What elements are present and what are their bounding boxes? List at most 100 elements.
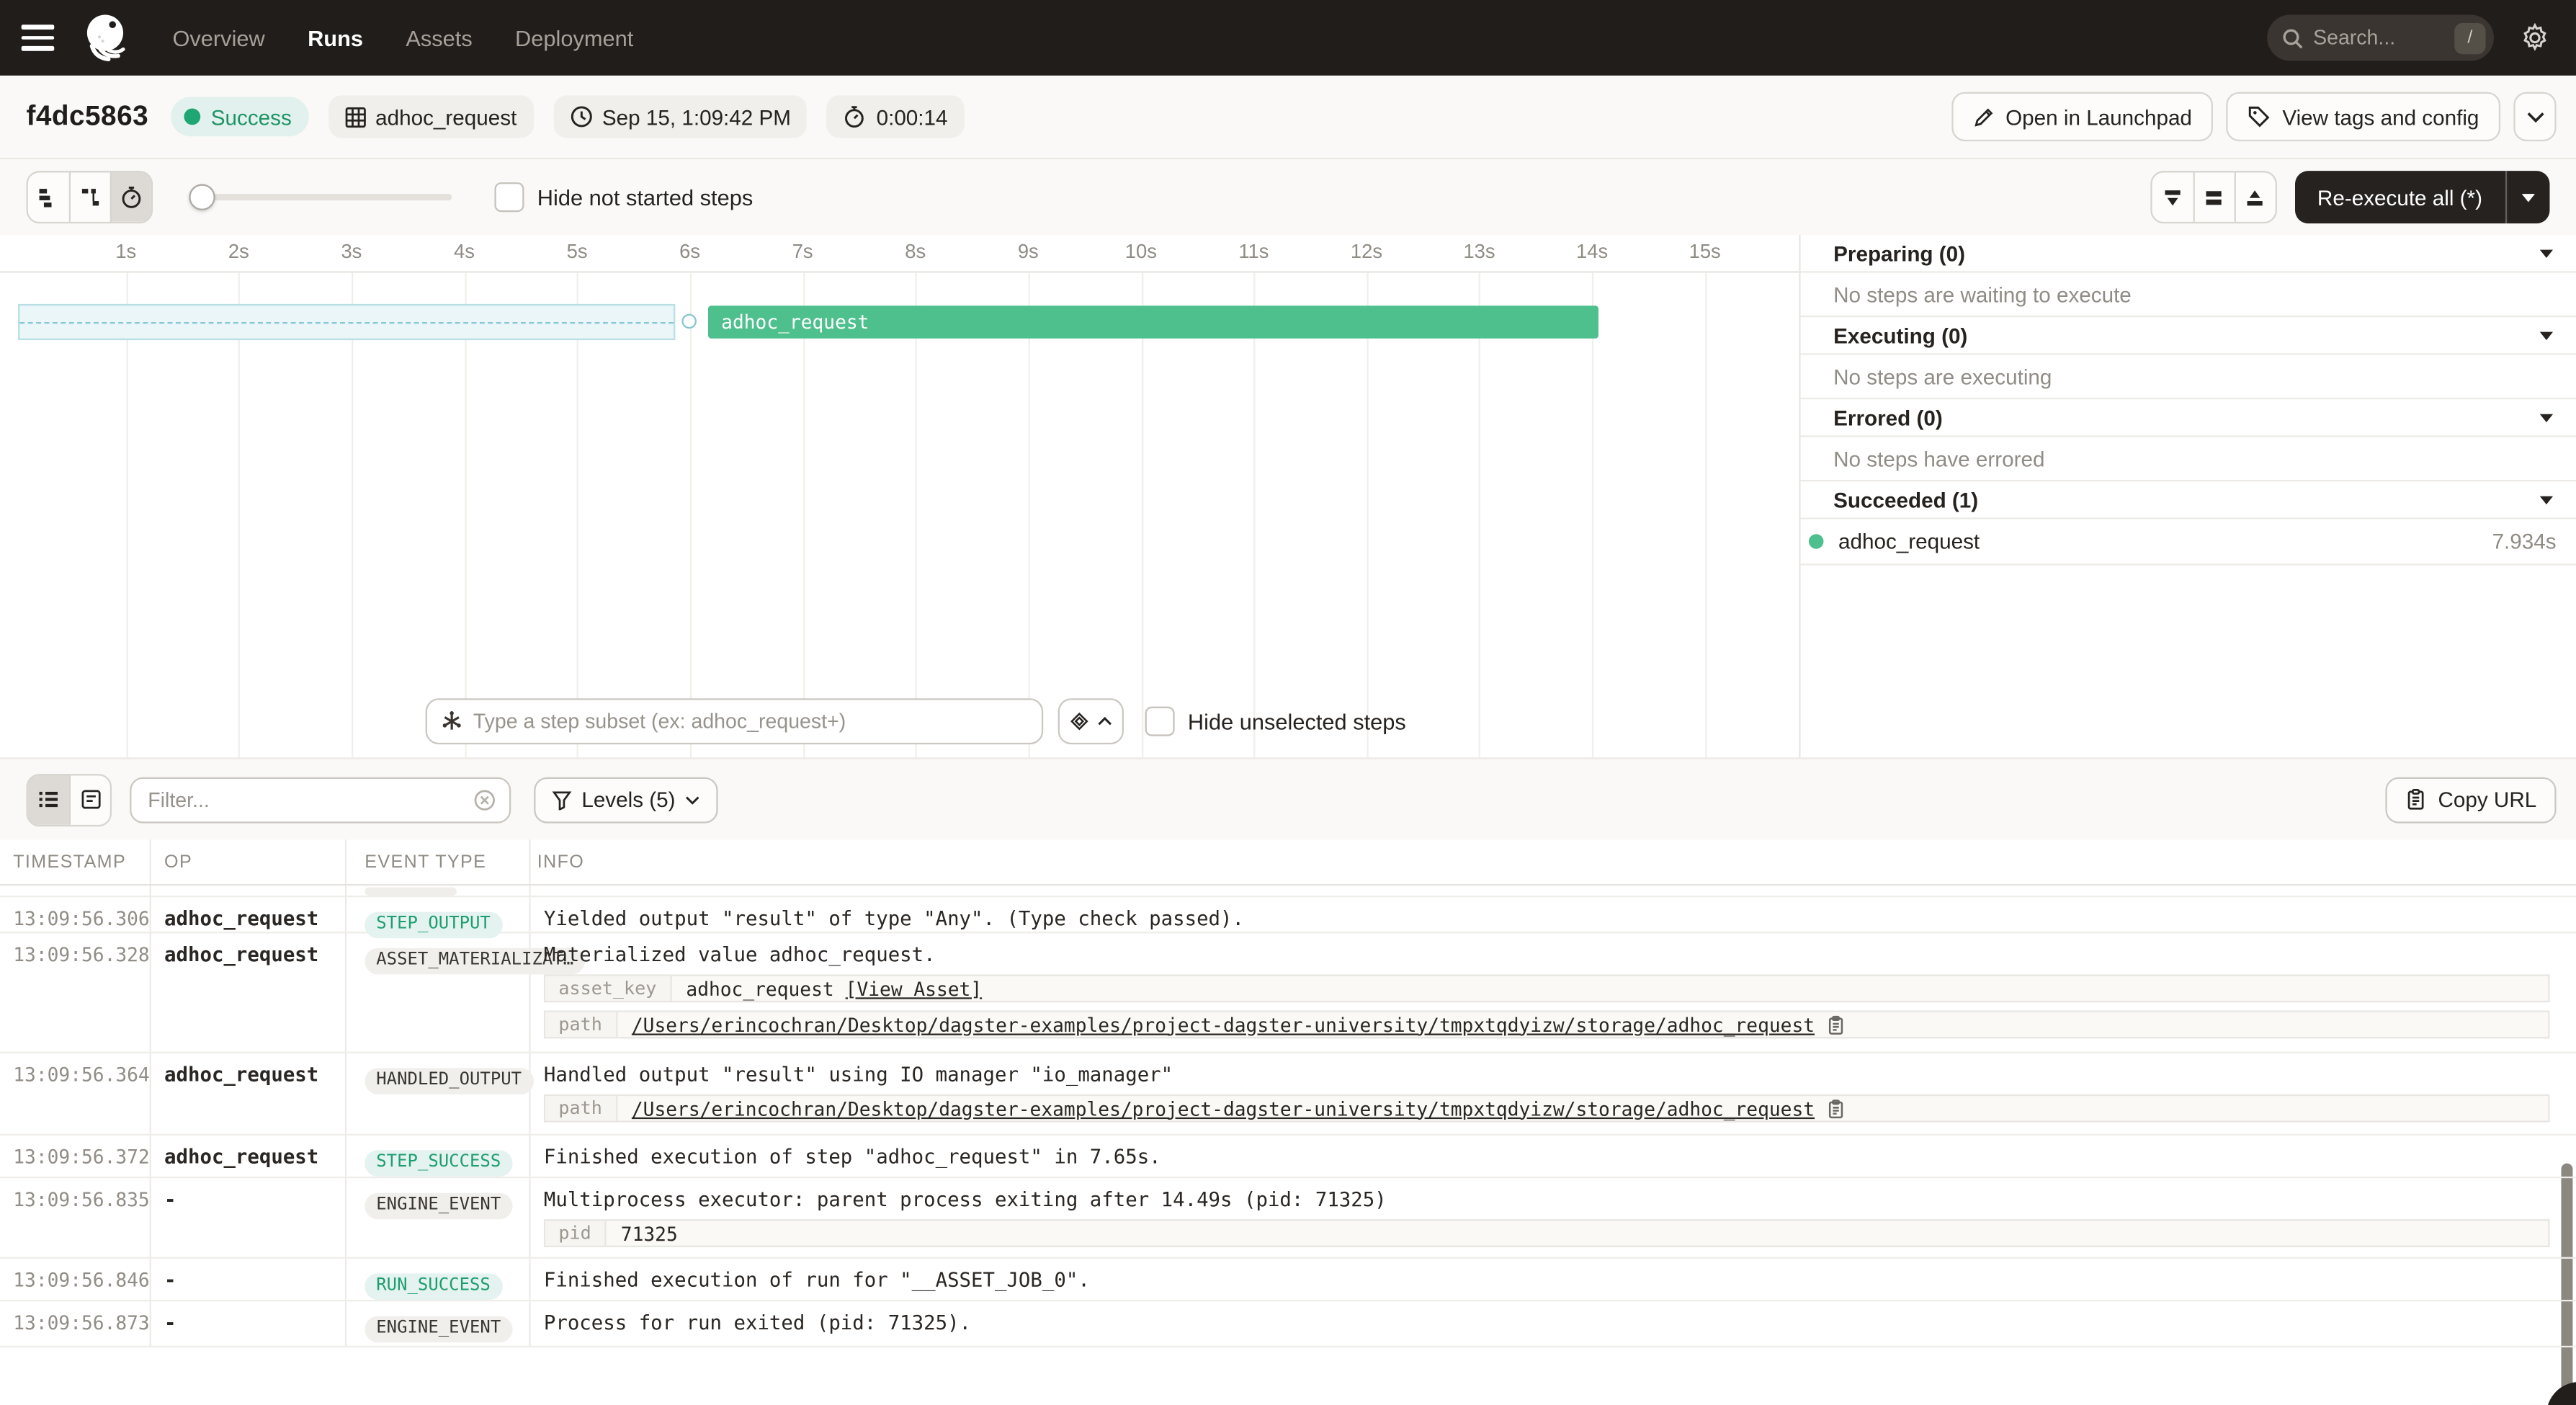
- log-filter-field[interactable]: [130, 777, 511, 823]
- log-info: Handled output "result" using IO manager…: [529, 1053, 2576, 1134]
- nav-runs[interactable]: Runs: [308, 25, 363, 50]
- step-gantt-bar[interactable]: adhoc_request: [708, 305, 1598, 339]
- step-subset-field[interactable]: [426, 698, 1044, 744]
- log-row[interactable]: 13:09:56.306 adhoc_request STEP_OUTPUT Y…: [0, 897, 2576, 933]
- axis-tick: 11s: [1238, 240, 1269, 263]
- nav-assets[interactable]: Assets: [406, 25, 472, 50]
- metadata-value: adhoc_request: [686, 977, 833, 1000]
- gantt-chart: 1s 2s 3s 4s 5s 6s 7s 8s 9s 10s 11s 12s 1…: [0, 235, 1799, 757]
- clear-filter-icon[interactable]: [473, 788, 496, 811]
- axis-tick: 7s: [792, 240, 813, 263]
- metadata-value: 71325: [621, 1222, 678, 1245]
- search-input[interactable]: [2313, 26, 2454, 49]
- run-start-time-pill: Sep 15, 1:09:42 PM: [553, 95, 807, 138]
- section-collapse-icon[interactable]: [2540, 249, 2553, 257]
- log-info: Yielded output "result" of type "Any". (…: [529, 897, 2576, 937]
- log-list-view-button[interactable]: [28, 775, 69, 824]
- log-timestamp: 13:09:56.328: [0, 933, 150, 1051]
- global-search[interactable]: /: [2267, 15, 2494, 61]
- graph-query-toggle-button[interactable]: [1058, 698, 1124, 744]
- gantt-toolbar-right: Re-execute all (*): [2150, 171, 2549, 223]
- hide-unselected-label: Hide unselected steps: [1188, 709, 1406, 733]
- reexecute-dropdown-button[interactable]: [2507, 171, 2549, 223]
- nav-deployment[interactable]: Deployment: [515, 25, 633, 50]
- fit-rows-button[interactable]: [2193, 172, 2234, 221]
- open-in-launchpad-button[interactable]: Open in Launchpad: [1951, 92, 2214, 141]
- hide-unselected-row: Hide unselected steps: [1145, 707, 1406, 736]
- errored-empty-text: No steps have errored: [1801, 437, 2576, 482]
- gantt-timed-view-button[interactable]: [110, 172, 151, 221]
- copy-path-icon[interactable]: [1826, 1099, 1844, 1118]
- clock-icon: [569, 105, 592, 128]
- section-executing[interactable]: Executing (0): [1801, 317, 2576, 354]
- gantt-waterfall-view-button[interactable]: [69, 172, 110, 221]
- run-header-actions: Open in Launchpad View tags and config: [1951, 92, 2557, 141]
- hide-not-started-row: Hide not started steps: [494, 182, 753, 212]
- log-op: -: [150, 1301, 345, 1346]
- run-id: f4dc5863: [26, 100, 148, 133]
- log-info: Multiprocess executor: parent process ex…: [529, 1178, 2576, 1257]
- log-row[interactable]: 13:09:56.364 adhoc_request HANDLED_OUTPU…: [0, 1053, 2576, 1136]
- run-duration-pill: 0:00:14: [827, 95, 964, 138]
- log-row[interactable]: 13:09:56.372 adhoc_request STEP_SUCCESS …: [0, 1136, 2576, 1178]
- log-timestamp: 13:09:56.372: [0, 1136, 150, 1177]
- view-tags-config-button[interactable]: View tags and config: [2227, 92, 2500, 141]
- section-collapse-icon[interactable]: [2540, 496, 2553, 504]
- log-op: adhoc_request: [150, 933, 345, 1051]
- gantt-canvas: adhoc_request: [0, 273, 1799, 758]
- slider-thumb[interactable]: [189, 184, 215, 210]
- log-row[interactable]: 13:09:56.873 - ENGINE_EVENT Process for …: [0, 1301, 2576, 1347]
- log-row[interactable]: 13:09:56.835 - ENGINE_EVENT Multiprocess…: [0, 1178, 2576, 1259]
- job-grid-icon: [344, 106, 366, 128]
- chevron-down-icon: [2526, 111, 2544, 122]
- hide-unselected-checkbox[interactable]: [1145, 707, 1175, 736]
- slider-track: [189, 194, 452, 200]
- log-table: TIMESTAMP OP EVENT TYPE INFO 13:09:56.30…: [0, 839, 2576, 1405]
- run-more-actions-button[interactable]: [2513, 92, 2556, 141]
- log-filter-input[interactable]: [148, 788, 473, 811]
- section-collapse-icon[interactable]: [2540, 414, 2553, 422]
- succeeded-step-name: adhoc_request: [1838, 529, 1980, 553]
- caret-down-icon: [2522, 193, 2535, 201]
- tag-icon: [2248, 105, 2271, 128]
- log-timestamp: 13:09:56.846: [0, 1259, 150, 1300]
- log-row[interactable]: 13:09:56.328 adhoc_request ASSET_MATERIA…: [0, 933, 2576, 1053]
- nav-right-cluster: /: [2267, 15, 2549, 61]
- job-name-pill[interactable]: adhoc_request: [328, 95, 533, 138]
- storage-path-link[interactable]: /Users/erincochran/Desktop/dagster-examp…: [632, 1013, 1815, 1036]
- gantt-flat-view-button[interactable]: [28, 172, 69, 221]
- op-selector-icon: [440, 710, 463, 733]
- nav-overview[interactable]: Overview: [172, 25, 264, 50]
- settings-gear-icon[interactable]: [2520, 23, 2549, 53]
- dagster-logo[interactable]: [77, 8, 136, 67]
- succeeded-step-row[interactable]: adhoc_request 7.934s: [1801, 519, 2576, 566]
- section-collapse-icon[interactable]: [2540, 331, 2553, 339]
- axis-tick: 4s: [454, 240, 475, 263]
- step-subset-input[interactable]: [473, 710, 1029, 733]
- view-asset-link[interactable]: [View Asset]: [846, 977, 983, 1000]
- clipped-log-row: [0, 886, 2576, 897]
- copy-path-icon[interactable]: [1826, 1014, 1844, 1034]
- log-timestamp: 13:09:56.873: [0, 1301, 150, 1346]
- hamburger-menu-icon[interactable]: [22, 17, 64, 59]
- log-op: adhoc_request: [150, 1053, 345, 1134]
- log-info: Process for run exited (pid: 71325).: [529, 1301, 2576, 1346]
- gantt-zoom-slider[interactable]: [189, 184, 452, 210]
- hide-not-started-checkbox[interactable]: [494, 182, 524, 212]
- axis-tick: 13s: [1463, 240, 1495, 263]
- log-row[interactable]: 13:09:56.846 - RUN_SUCCESS Finished exec…: [0, 1259, 2576, 1301]
- section-errored[interactable]: Errored (0): [1801, 399, 2576, 437]
- reexecute-all-button[interactable]: Re-execute all (*): [2294, 171, 2505, 223]
- section-succeeded[interactable]: Succeeded (1): [1801, 481, 2576, 519]
- section-preparing[interactable]: Preparing (0): [1801, 235, 2576, 272]
- collapse-up-button[interactable]: [2234, 172, 2275, 221]
- storage-path-link[interactable]: /Users/erincochran/Desktop/dagster-examp…: [632, 1097, 1815, 1120]
- collapse-down-button[interactable]: [2152, 172, 2193, 221]
- metadata-key: path: [545, 1012, 617, 1037]
- copy-url-button[interactable]: Copy URL: [2386, 777, 2557, 823]
- reexecute-split-button: Re-execute all (*): [2294, 171, 2549, 223]
- axis-tick: 1s: [115, 240, 136, 263]
- log-structured-view-button[interactable]: [69, 775, 110, 824]
- preparing-empty-text: No steps are waiting to execute: [1801, 273, 2576, 318]
- levels-filter-button[interactable]: Levels (5): [534, 777, 718, 823]
